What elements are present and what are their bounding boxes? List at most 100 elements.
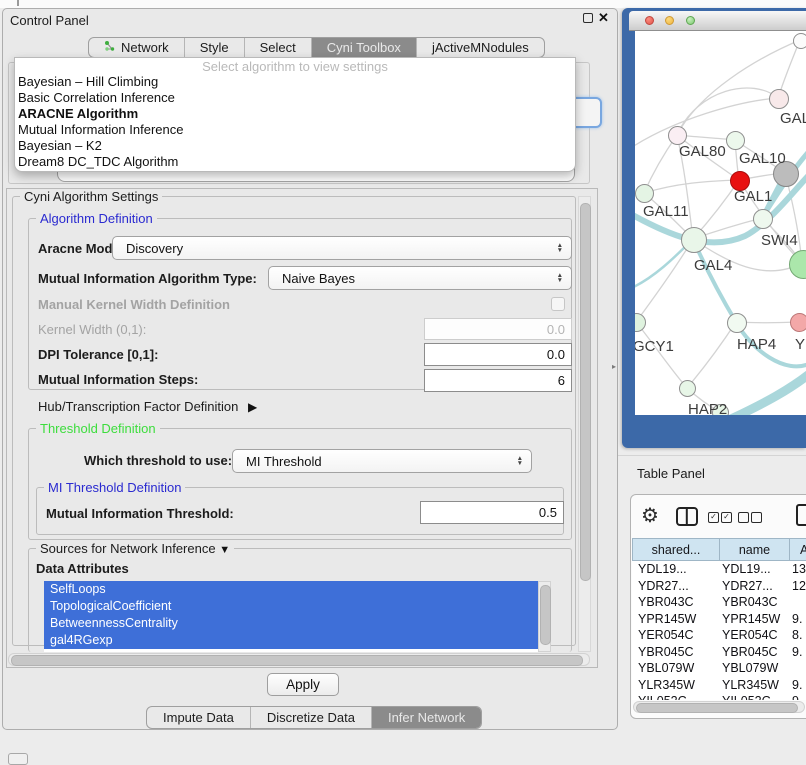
collapse-down-icon: ▼ <box>219 544 230 556</box>
network-node[interactable] <box>727 313 747 333</box>
list-vscrollbar[interactable] <box>538 581 551 652</box>
cell-name: YDR27... <box>722 578 773 595</box>
tab-infer-network-label: Infer Network <box>388 710 465 725</box>
bottom-tabs: Impute Data Discretize Data Infer Networ… <box>146 706 482 729</box>
node-label: Y <box>795 336 805 353</box>
which-threshold-value: MI Threshold <box>246 454 322 469</box>
dropdown-item[interactable]: Dream8 DC_TDC Algorithm <box>15 154 575 170</box>
node-label: HAP2 <box>688 401 727 415</box>
tab-select-label: Select <box>260 40 296 55</box>
cell-name: YBR043C <box>722 594 778 611</box>
table-row[interactable]: YBR043C YBR043C <box>632 594 806 611</box>
network-node[interactable] <box>635 184 654 203</box>
tab-jactivemnodules[interactable]: jActiveMNodules <box>417 38 544 57</box>
dropdown-item[interactable]: Basic Correlation Inference <box>15 90 575 106</box>
table-row[interactable]: YBR045C YBR045C 9. <box>632 644 806 661</box>
mi-steps-label: Mutual Information Steps: <box>38 372 198 387</box>
column-header-partial[interactable]: A <box>789 538 806 561</box>
float-icon[interactable] <box>583 13 593 23</box>
table-row[interactable]: YIL052C YIL052C 9 <box>632 693 806 700</box>
split-pane-arrow-icon[interactable]: ▸ <box>612 362 616 371</box>
network-node[interactable] <box>769 89 789 109</box>
cell-value: 9 <box>792 693 799 700</box>
cyni-settings-group-title: Cyni Algorithm Settings <box>20 189 162 204</box>
sources-title-text: Sources for Network Inference <box>40 541 216 556</box>
hub-definition-expander[interactable]: Hub/Transcription Factor Definition ▶ <box>38 399 257 414</box>
cell-value: 9. <box>792 611 802 628</box>
network-node[interactable] <box>679 380 696 397</box>
column-visibility-icon[interactable] <box>676 507 698 526</box>
which-threshold-combo[interactable]: MI Threshold ▲▼ <box>232 449 532 473</box>
aracne-mode-value: Discovery <box>126 241 183 256</box>
table-hscrollbar[interactable] <box>633 701 805 713</box>
cell-shared-name: YIL052C <box>638 693 687 700</box>
cell-shared-name: YER054C <box>638 627 694 644</box>
network-node[interactable] <box>681 227 707 253</box>
table-settings-gear-icon[interactable]: ⚙ <box>641 503 659 528</box>
stepper-icon: ▲▼ <box>557 273 563 283</box>
aracne-mode-combo[interactable]: Discovery ▲▼ <box>112 236 572 260</box>
dropdown-item[interactable]: Mutual Information Inference <box>15 122 575 138</box>
close-icon[interactable]: ✕ <box>598 10 609 26</box>
kernel-width-field[interactable]: 0.0 <box>424 318 572 340</box>
dropdown-item[interactable]: Bayesian – Hill Climbing <box>15 74 575 90</box>
table-row[interactable]: YDL19... YDL19... 13 <box>632 561 806 578</box>
network-node[interactable] <box>753 209 773 229</box>
tab-select[interactable]: Select <box>245 38 312 57</box>
data-attributes-list: SelfLoops TopologicalCoefficient Between… <box>44 581 538 652</box>
network-canvas[interactable]: GAL GAL80 GAL10 GAL1 GAL11 SWI4 GAL4 GCY… <box>635 31 806 415</box>
deselect-all-icon[interactable] <box>738 512 762 523</box>
node-label: SWI4 <box>761 232 798 249</box>
apply-button[interactable]: Apply <box>267 673 339 696</box>
column-header-shared[interactable]: shared... <box>632 538 720 561</box>
settings-vscrollbar[interactable] <box>578 196 591 652</box>
table-row[interactable]: YBL079W YBL079W <box>632 660 806 677</box>
control-panel-tabs: Network Style Select Cyni Toolbox jActiv… <box>88 37 545 58</box>
tab-impute-data[interactable]: Impute Data <box>147 707 251 728</box>
network-node[interactable] <box>793 33 806 49</box>
list-item[interactable]: TopologicalCoefficient <box>44 598 538 615</box>
minimize-traffic-light[interactable] <box>665 16 674 25</box>
tab-discretize-data[interactable]: Discretize Data <box>251 707 372 728</box>
hub-definition-label: Hub/Transcription Factor Definition <box>38 399 238 414</box>
tab-style[interactable]: Style <box>185 38 245 57</box>
table-row[interactable]: YDR27... YDR27... 12 <box>632 578 806 595</box>
zoom-traffic-light[interactable] <box>686 16 695 25</box>
cell-name: YBL079W <box>722 660 778 677</box>
mi-type-combo[interactable]: Naive Bayes ▲▼ <box>268 266 572 290</box>
network-window-titlebar[interactable] <box>629 11 806 31</box>
dropdown-item[interactable]: Bayesian – K2 <box>15 138 575 154</box>
dropdown-item-highlighted[interactable]: ARACNE Algorithm <box>15 106 575 122</box>
mi-steps-field[interactable]: 6 <box>424 369 572 392</box>
cell-value: 9. <box>792 644 802 661</box>
tab-cyni-toolbox[interactable]: Cyni Toolbox <box>312 38 417 57</box>
algorithm-definition-title: Algorithm Definition <box>36 211 157 226</box>
cell-name: YPR145W <box>722 611 780 628</box>
select-all-icon[interactable]: ✓✓ <box>708 512 732 523</box>
list-item[interactable]: SelfLoops <box>44 581 538 598</box>
mi-threshold-field[interactable]: 0.5 <box>420 501 564 524</box>
tab-infer-network[interactable]: Infer Network <box>372 707 481 728</box>
network-node[interactable] <box>726 131 745 150</box>
close-traffic-light[interactable] <box>645 16 654 25</box>
cell-shared-name: YLR345W <box>638 677 695 694</box>
dpi-tolerance-field[interactable]: 0.0 <box>424 343 572 366</box>
top-strip <box>0 0 806 8</box>
sources-group-title[interactable]: Sources for Network Inference ▼ <box>36 541 234 556</box>
cell-value: 9. <box>792 677 802 694</box>
bottom-left-partial-button[interactable] <box>8 753 28 765</box>
manual-kernel-checkbox[interactable] <box>551 297 565 311</box>
list-item[interactable]: BetweennessCentrality <box>44 615 538 632</box>
settings-hscrollbar[interactable] <box>8 653 590 666</box>
table-row[interactable]: YER054C YER054C 8. <box>632 627 806 644</box>
list-item[interactable]: gal4RGexp <box>44 632 538 649</box>
partial-toolbar-icon[interactable] <box>796 504 806 526</box>
column-header-name[interactable]: name <box>719 538 790 561</box>
node-label: HAP4 <box>737 336 776 353</box>
table-row[interactable]: YPR145W YPR145W 9. <box>632 611 806 628</box>
stepper-icon: ▲▼ <box>557 243 563 253</box>
network-node-salmon[interactable] <box>790 313 806 332</box>
which-threshold-label: Which threshold to use: <box>84 453 232 468</box>
tab-network[interactable]: Network <box>89 38 185 57</box>
table-row[interactable]: YLR345W YLR345W 9. <box>632 677 806 694</box>
